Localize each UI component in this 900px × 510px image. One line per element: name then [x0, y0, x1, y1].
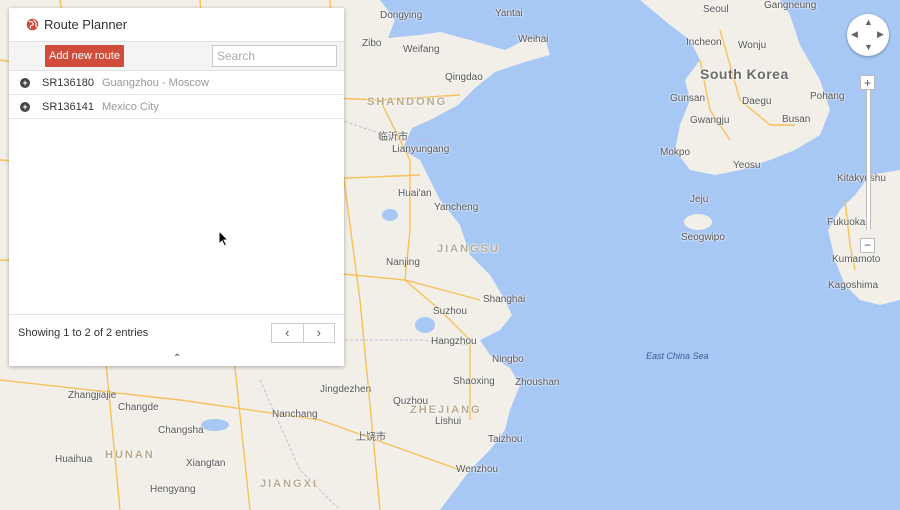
map-label-busan: Busan [782, 114, 811, 125]
map-label-shaoxing: Shaoxing [453, 376, 495, 387]
map-label-hunan: HUNAN [105, 449, 155, 461]
globe-icon [26, 18, 39, 31]
map-label-hengyang: Hengyang [150, 484, 196, 495]
zoom-in-button[interactable]: + [860, 75, 875, 90]
route-id: SR136180 [42, 76, 94, 89]
map-label-wenzhou: Wenzhou [456, 464, 499, 475]
map-label-quzhou: Quzhou [393, 396, 429, 407]
map-label-jiangxi: JIANGXI [260, 478, 319, 490]
map-label-zhangjiajie: Zhangjiajie [68, 390, 117, 401]
zoom-slider[interactable] [866, 90, 871, 230]
table-row[interactable]: + SR136180 Guangzhou - Moscow [9, 71, 344, 95]
map-label-daegu: Daegu [742, 96, 772, 107]
jeju-island [684, 214, 712, 230]
map-label-yancheng: Yancheng [434, 202, 479, 213]
map-label-mokpo: Mokpo [660, 147, 691, 158]
map-label-kagoshima: Kagoshima [828, 280, 879, 291]
map-label-gangneung: Gangneung [764, 0, 817, 11]
map-label-fukuoka: Fukuoka [827, 217, 866, 228]
map-label-changsha: Changsha [158, 425, 204, 436]
plus-circle-icon[interactable]: + [20, 101, 30, 112]
map-label-huaian: Huai'an [398, 188, 432, 199]
map-label-pohang: Pohang [810, 91, 845, 102]
map-label-ningbo: Ningbo [492, 354, 524, 365]
zoom-out-button[interactable]: − [860, 238, 875, 253]
panel-header: Route Planner [9, 8, 344, 41]
route-planner-panel: Route Planner Add new route + SR136180 G… [9, 8, 344, 366]
panel-footer: Showing 1 to 2 of 2 entries ‹ › ⌃ [9, 314, 344, 367]
map-label-shangrao: 上饶市 [356, 432, 386, 443]
map-label-incheon: Incheon [686, 37, 722, 48]
map-label-qingdao: Qingdao [445, 72, 483, 83]
map-label-suzhou: Suzhou [433, 306, 467, 317]
lake [201, 419, 229, 431]
map-label-kumamoto: Kumamoto [832, 254, 881, 265]
pan-right-icon[interactable]: ▶ [877, 30, 884, 39]
map-label-linyi: 临沂市 [378, 132, 408, 143]
lake [415, 317, 435, 333]
route-id: SR136141 [42, 100, 94, 113]
map-label-nanjing: Nanjing [386, 257, 420, 268]
chevron-right-icon[interactable]: › [304, 324, 335, 342]
route-name: Guangzhou - Moscow [102, 76, 209, 89]
map-label-zibo: Zibo [362, 38, 382, 49]
chevron-left-icon[interactable]: ‹ [272, 324, 304, 342]
add-new-route-button[interactable]: Add new route [45, 45, 124, 67]
panel-title: Route Planner [44, 17, 128, 32]
table-row[interactable]: + SR136141 Mexico City [9, 95, 344, 119]
map-label-wonju: Wonju [738, 40, 767, 51]
map-label-nanchang: Nanchang [272, 409, 318, 420]
map-label-jiangsu: JIANGSU [437, 243, 500, 255]
chevron-up-icon[interactable]: ⌃ [173, 353, 181, 364]
map-label-dongying: Dongying [380, 10, 423, 21]
map-label-xiangtan: Xiangtan [186, 458, 226, 469]
map-label-shanghai: Shanghai [483, 294, 526, 305]
map-label-yantai: Yantai [495, 8, 523, 19]
map-label-weihai: Weihai [518, 34, 549, 45]
route-name: Mexico City [102, 100, 159, 113]
route-list: + SR136180 Guangzhou - Moscow + SR136141… [9, 71, 344, 119]
mouse-cursor-icon [219, 231, 230, 247]
pan-left-icon[interactable]: ◀ [851, 30, 858, 39]
map-label-taizhou: Taizhou [488, 434, 523, 445]
map-label-lianyungang: Lianyungang [392, 144, 450, 155]
lake [382, 209, 398, 221]
panel-toolbar: Add new route [9, 41, 344, 71]
search-input[interactable] [212, 45, 337, 67]
map-label-huaihua: Huaihua [55, 454, 93, 465]
map-label-gwangju: Gwangju [690, 115, 730, 126]
map-label-changde: Changde [118, 402, 159, 413]
map-label-jeju: Jeju [690, 194, 709, 205]
pan-up-icon[interactable]: ▲ [864, 18, 873, 27]
map-label-south-korea: South Korea [700, 66, 789, 82]
map-label-yeosu: Yeosu [733, 160, 761, 171]
map-label-weifang: Weifang [403, 44, 440, 55]
map-label-jingdezhen: Jingdezhen [320, 384, 372, 395]
pan-down-icon[interactable]: ▼ [864, 43, 873, 52]
map-label-zhoushan: Zhoushan [515, 377, 560, 388]
pagination: ‹ › [271, 323, 335, 343]
map-label-east-china-sea: East China Sea [646, 351, 709, 361]
map-label-gunsan: Gunsan [670, 93, 706, 104]
plus-circle-icon[interactable]: + [20, 77, 30, 88]
map-label-seogwipo: Seogwipo [681, 232, 725, 243]
map-label-seoul: Seoul [703, 4, 729, 15]
map-label-shandong: SHANDONG [367, 96, 448, 108]
map-label-hangzhou: Hangzhou [431, 336, 477, 347]
entries-info: Showing 1 to 2 of 2 entries [18, 327, 149, 339]
map-pan-control[interactable]: ▲ ▼ ◀ ▶ [847, 14, 889, 56]
map-label-kitakyushu: Kitakyushu [837, 173, 886, 184]
map-label-lishui: Lishui [435, 416, 462, 427]
